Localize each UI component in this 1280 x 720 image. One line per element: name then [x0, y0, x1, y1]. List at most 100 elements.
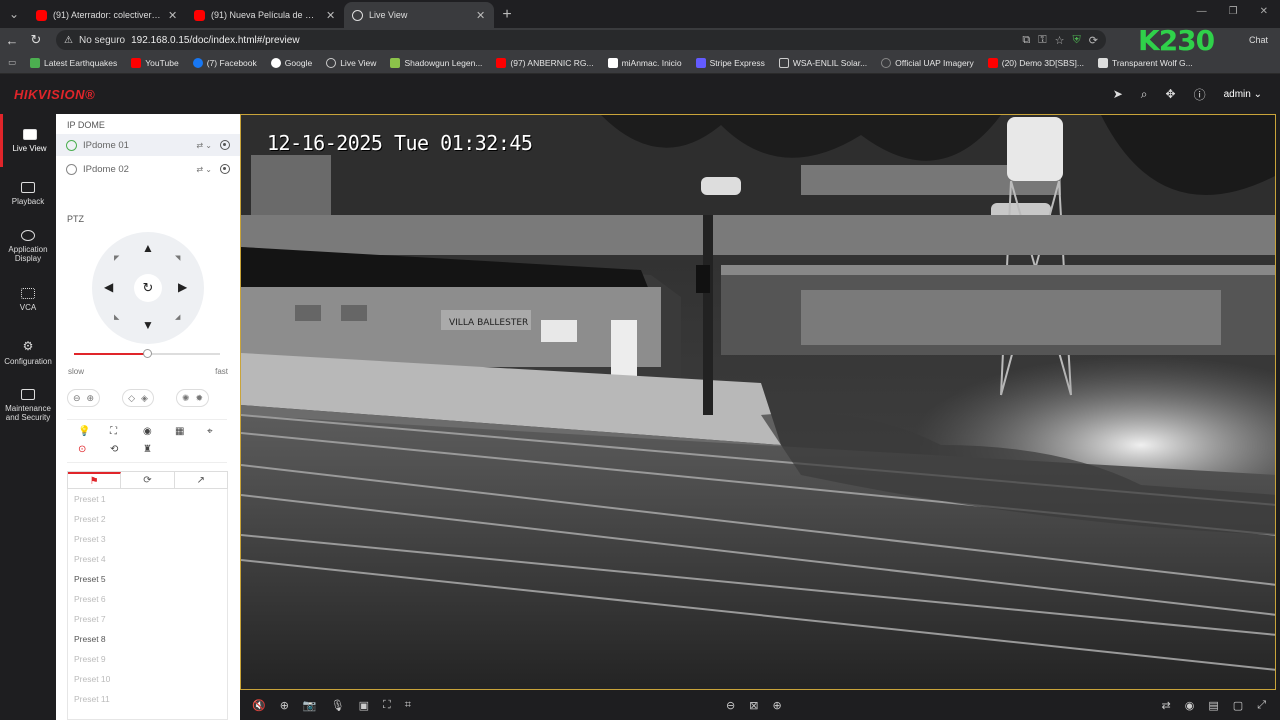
star-icon[interactable]: ☆	[1055, 34, 1065, 47]
preset-item[interactable]: Preset 4	[68, 549, 227, 569]
fullscreen-region-icon[interactable]: ⌗	[405, 699, 411, 712]
tab-search-icon[interactable]: ⌄	[0, 0, 28, 28]
focus-far-icon[interactable]: ◈	[141, 393, 148, 404]
bookmark-item[interactable]: (7) Facebook	[192, 57, 257, 68]
window-layout-icon[interactable]: ▢	[1233, 699, 1243, 712]
iris-close-icon[interactable]: ✺	[182, 393, 190, 404]
url-field[interactable]: ⚠ No seguro 192.168.0.15/doc/index.html#…	[56, 30, 1106, 50]
manual-tracking-icon[interactable]: ◉	[143, 426, 152, 437]
preset-item[interactable]: Preset 2	[68, 509, 227, 529]
3d-position-icon[interactable]: ⛶	[110, 426, 117, 437]
tab-presets[interactable]: ⚑	[68, 472, 122, 488]
back-icon[interactable]: ←	[0, 33, 24, 48]
capture-icon[interactable]: 📷	[303, 699, 317, 712]
stop-all-icon[interactable]: ⊠	[749, 699, 758, 712]
stream-icon[interactable]: ⇄ ⌄	[196, 141, 212, 150]
wiper-icon[interactable]: ♜	[143, 444, 152, 455]
arrow-left-icon[interactable]: ◀	[104, 280, 113, 294]
send-icon[interactable]: ➤	[1113, 87, 1123, 101]
nav-maintenance[interactable]: Maintenance and Security	[0, 379, 56, 432]
nav-application-display[interactable]: Application Display	[0, 220, 56, 273]
bookmark-item[interactable]: Stripe Express	[695, 57, 765, 68]
arrow-down-left-icon[interactable]: ◣	[114, 313, 119, 321]
ptz-speed-slider[interactable]	[74, 349, 220, 358]
nav-vca[interactable]: VCA	[0, 273, 56, 326]
nav-configuration[interactable]: ⚙ Configuration	[0, 326, 56, 379]
search-icon[interactable]: ⌕	[1141, 87, 1148, 102]
slider-handle[interactable]	[143, 349, 152, 358]
live-video[interactable]: VILLA BALLESTER 12-16-2025 Tue 01:32:45	[240, 114, 1276, 690]
new-tab-button[interactable]: +	[494, 2, 520, 28]
bookmark-item[interactable]: Shadowgun Legen...	[390, 57, 482, 68]
preset-item[interactable]: Preset 5	[68, 569, 227, 589]
audio-icon[interactable]: 🔇	[252, 699, 266, 712]
focus-near-icon[interactable]: ◇	[128, 393, 135, 404]
preset-item[interactable]: Preset 3	[68, 529, 227, 549]
tab-pattern[interactable]: ↗	[175, 472, 227, 488]
translate-icon[interactable]: ⧉	[1022, 34, 1030, 47]
arrow-up-left-icon[interactable]: ◤	[114, 254, 119, 262]
grid-icon[interactable]: ▦	[175, 426, 184, 437]
arrow-down-right-icon[interactable]: ◢	[175, 313, 180, 321]
preset-item[interactable]: Preset 7	[68, 609, 227, 629]
auto-scan-icon[interactable]: ↻	[134, 274, 162, 302]
focus-buttons[interactable]: ◇ ◈	[122, 389, 154, 407]
key-icon[interactable]: ⚿	[1038, 34, 1046, 47]
maximize-icon[interactable]: ❐	[1229, 6, 1238, 17]
iris-open-icon[interactable]: ✹	[195, 393, 203, 404]
bookmark-item[interactable]: (97) ANBERNIC RG...	[496, 57, 594, 68]
close-icon[interactable]: ✕	[476, 9, 486, 22]
fullscreen-icon[interactable]: ⤢	[1257, 699, 1266, 712]
browser-tab-2[interactable]: (91) Nueva Película de Steven Spi ✕	[186, 2, 344, 28]
browser-tab-1[interactable]: (91) Aterrador: colectivero salteño ✕	[28, 2, 186, 28]
bookmark-item[interactable]: (20) Demo 3D[SBS]...	[987, 57, 1084, 68]
iris-buttons[interactable]: ✺ ✹	[175, 389, 210, 407]
close-window-icon[interactable]: ✕	[1260, 6, 1268, 17]
window-division-icon[interactable]: ▤	[1208, 699, 1218, 712]
camera-item[interactable]: IPdome 02 ⇄ ⌄	[56, 158, 240, 180]
chat-label[interactable]: Chat	[1249, 35, 1268, 45]
zoom-search-icon[interactable]: ⊙	[78, 444, 86, 455]
microphone-icon[interactable]: 🎙	[331, 699, 345, 712]
arrow-right-icon[interactable]: ▶	[178, 280, 187, 294]
arrow-down-icon[interactable]: ▼	[142, 318, 154, 332]
bookmark-item[interactable]: Transparent Wolf G...	[1097, 57, 1193, 68]
bookmark-item[interactable]: WSA-ENLIL Solar...	[778, 57, 867, 68]
extensions-icon[interactable]: ⟳	[1089, 34, 1098, 47]
bookmark-item[interactable]: Google	[270, 57, 312, 68]
reading-list-icon[interactable]: ▭	[8, 57, 16, 68]
zoom-out-icon[interactable]: ⊖	[73, 393, 81, 404]
bookmark-item[interactable]: Live View	[326, 57, 376, 68]
wizard-icon[interactable]: ✥	[1166, 87, 1176, 101]
bookmark-item[interactable]: YouTube	[131, 57, 179, 68]
arrow-up-icon[interactable]: ▲	[142, 241, 154, 255]
zoom-in-icon[interactable]: ⊕	[87, 393, 95, 404]
preset-item[interactable]: Preset 11	[68, 689, 227, 709]
record-icon[interactable]	[220, 140, 230, 150]
next-page-icon[interactable]: ⊕	[772, 699, 781, 712]
digital-zoom-icon[interactable]: ⊕	[280, 699, 289, 712]
close-icon[interactable]: ✕	[326, 9, 336, 22]
light-icon[interactable]: 💡	[78, 426, 90, 437]
zoom-buttons[interactable]: ⊖ ⊕	[67, 389, 101, 407]
preset-item[interactable]: Preset 9	[68, 649, 227, 669]
start-all-icon[interactable]: ◉	[1185, 699, 1195, 712]
nav-live-view[interactable]: Live View	[0, 114, 56, 167]
3d-zoom-icon[interactable]: ⛶	[383, 699, 391, 712]
close-icon[interactable]: ✕	[168, 9, 178, 22]
ptz-direction-pad[interactable]: ▲ ▼ ◀ ▶ ◤ ◥ ◣ ◢ ↻	[92, 232, 204, 344]
preset-item[interactable]: Preset 8	[68, 629, 227, 649]
preset-item[interactable]: Preset 1	[68, 489, 227, 509]
arrow-up-right-icon[interactable]: ◥	[175, 254, 180, 262]
record-video-icon[interactable]: ▣	[359, 699, 369, 712]
tab-patrol[interactable]: ⟳	[121, 472, 175, 488]
regional-focus-icon[interactable]: ⌖	[207, 426, 213, 437]
previous-page-icon[interactable]: ⊖	[726, 699, 735, 712]
preset-item[interactable]: Preset 6	[68, 589, 227, 609]
bookmark-item[interactable]: Latest Earthquakes	[30, 57, 117, 68]
lens-init-icon[interactable]: ⟲	[110, 444, 118, 455]
preset-item[interactable]: Preset 10	[68, 669, 227, 689]
bookmark-item[interactable]: Official UAP Imagery	[881, 57, 974, 68]
minimize-icon[interactable]: —	[1197, 6, 1207, 17]
shield-icon[interactable]: ⛨	[1073, 34, 1081, 47]
